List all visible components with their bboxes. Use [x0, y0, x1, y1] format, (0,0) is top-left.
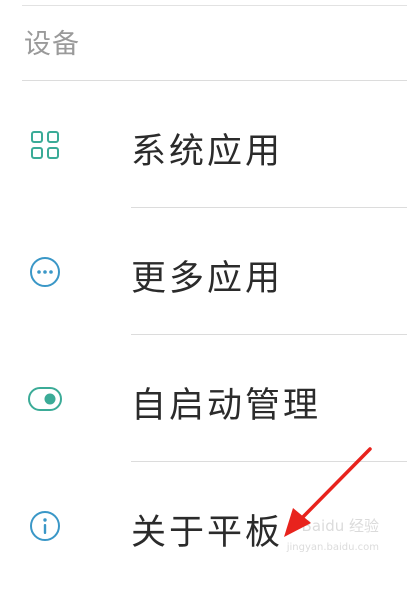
watermark-text: Baidu 经验	[301, 517, 379, 535]
top-edge-divider	[22, 0, 407, 6]
watermark-url: jingyan.baidu.com	[286, 542, 379, 553]
menu-item-more-apps[interactable]: 更多应用	[0, 208, 407, 335]
menu-item-label: 自启动管理	[131, 386, 322, 426]
grid-apps-icon	[29, 129, 61, 161]
menu-item-label: 关于平板	[131, 513, 284, 553]
menu-item-autostart-manager[interactable]: 自启动管理	[0, 335, 407, 462]
section-header: 设备	[24, 29, 80, 60]
info-icon	[29, 510, 61, 542]
menu-item-label: 系统应用	[131, 132, 284, 172]
menu-item-system-apps[interactable]: 系统应用	[0, 81, 407, 208]
more-dots-icon	[29, 256, 61, 288]
toggle-switch-icon	[27, 385, 63, 417]
baidu-jingyan-watermark: Baidu 经验 jingyan.baidu.com	[287, 513, 379, 553]
menu-item-label: 更多应用	[131, 259, 284, 299]
